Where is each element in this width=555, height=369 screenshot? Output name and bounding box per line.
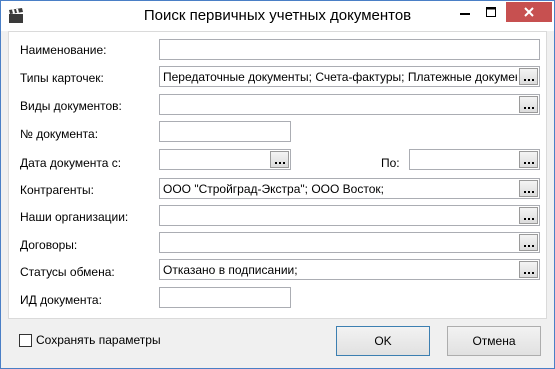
doc-kinds-browse-button[interactable]: [519, 96, 538, 113]
contractors-value: ООО "Стройград-Экстра"; ООО Восток;: [163, 182, 384, 196]
name-input[interactable]: [159, 39, 540, 60]
date-to-field[interactable]: [409, 149, 540, 170]
contractors-browse-button[interactable]: [519, 180, 538, 197]
exchange-status-label: Статусы обмена:: [20, 265, 115, 279]
exchange-status-browse-button[interactable]: [519, 261, 538, 278]
close-icon: [524, 7, 534, 17]
save-params-checkbox[interactable]: Сохранять параметры: [19, 333, 161, 347]
our-orgs-field[interactable]: [159, 205, 540, 226]
contracts-label: Договоры:: [20, 238, 78, 252]
date-from-browse-button[interactable]: [270, 151, 289, 168]
ellipsis-icon: [523, 98, 535, 112]
ellipsis-icon: [523, 70, 535, 84]
minimize-button[interactable]: [452, 2, 478, 22]
date-to-browse-button[interactable]: [519, 151, 538, 168]
checkbox-box[interactable]: [19, 333, 32, 347]
name-label: Наименование:: [20, 43, 107, 57]
save-params-label: Сохранять параметры: [36, 333, 161, 347]
cancel-button[interactable]: Отмена: [447, 326, 541, 356]
maximize-button[interactable]: [478, 2, 504, 22]
title-bar: Поиск первичных учетных документов: [1, 1, 554, 31]
contractors-field[interactable]: ООО "Стройград-Экстра"; ООО Восток;: [159, 178, 540, 199]
ellipsis-icon: [523, 182, 535, 196]
minimize-icon: [460, 13, 470, 15]
ellipsis-icon: [523, 263, 535, 277]
date-to-label: По:: [381, 156, 400, 170]
doc-number-input[interactable]: [159, 121, 291, 142]
maximize-icon: [486, 7, 496, 17]
exchange-status-value: Отказано в подписании;: [163, 263, 298, 277]
ok-button[interactable]: OK: [336, 326, 430, 356]
doc-kinds-field[interactable]: [159, 94, 540, 115]
card-types-browse-button[interactable]: [519, 68, 538, 85]
contracts-field[interactable]: [159, 232, 540, 253]
date-from-field[interactable]: [159, 149, 291, 170]
doc-kinds-label: Виды документов:: [20, 99, 122, 113]
our-orgs-browse-button[interactable]: [519, 207, 538, 224]
ellipsis-icon: [274, 153, 286, 167]
contractors-label: Контрагенты:: [20, 183, 95, 197]
ellipsis-icon: [523, 209, 535, 223]
ellipsis-icon: [523, 236, 535, 250]
ellipsis-icon: [523, 153, 535, 167]
search-dialog: Поиск первичных учетных документов Наиме…: [0, 0, 555, 369]
date-from-label: Дата документа с:: [20, 156, 122, 170]
card-types-value: Передаточные документы; Счета-фактуры; П…: [163, 70, 517, 84]
doc-id-label: ИД документа:: [20, 293, 102, 307]
card-types-label: Типы карточек:: [20, 71, 104, 85]
close-button[interactable]: [506, 2, 552, 22]
our-orgs-label: Наши организации:: [20, 210, 129, 224]
doc-number-label: № документа:: [20, 127, 99, 141]
contracts-browse-button[interactable]: [519, 234, 538, 251]
card-types-field[interactable]: Передаточные документы; Счета-фактуры; П…: [159, 66, 540, 87]
doc-id-input[interactable]: [159, 287, 291, 308]
exchange-status-field[interactable]: Отказано в подписании;: [159, 259, 540, 280]
